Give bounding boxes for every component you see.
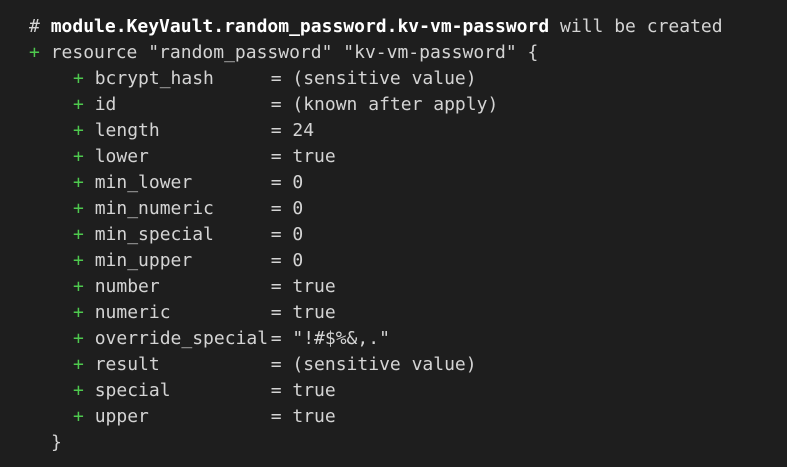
terraform-plan-output: # module.KeyVault.random_password.kv-vm-… xyxy=(0,0,787,467)
add-marker: + xyxy=(29,42,40,63)
attribute-value: 24 xyxy=(292,120,315,141)
attribute-name: lower xyxy=(94,146,149,167)
add-marker: + xyxy=(73,146,84,167)
attribute-row: + special = true xyxy=(29,378,787,404)
attribute-name: result xyxy=(94,354,160,375)
resource-address: module.KeyVault.random_password.kv-vm-pa… xyxy=(50,16,550,37)
attribute-value: true xyxy=(292,302,336,323)
attribute-value: 0 xyxy=(292,224,304,245)
attribute-row: + lower = true xyxy=(29,144,787,170)
attribute-value: 0 xyxy=(292,250,304,271)
attribute-name: upper xyxy=(94,406,149,427)
equals-sign: = xyxy=(270,380,282,401)
add-marker: + xyxy=(73,68,84,89)
add-marker: + xyxy=(73,354,84,375)
attribute-value: true xyxy=(292,380,336,401)
attribute-value: true xyxy=(292,276,336,297)
plan-header-line: # module.KeyVault.random_password.kv-vm-… xyxy=(29,14,787,40)
add-marker: + xyxy=(73,250,84,271)
add-marker: + xyxy=(73,120,84,141)
attribute-row: + id = (known after apply) xyxy=(29,92,787,118)
equals-sign: = xyxy=(270,120,282,141)
equals-sign: = xyxy=(270,276,282,297)
add-marker: + xyxy=(73,198,84,219)
attribute-name: min_lower xyxy=(94,172,193,193)
add-marker: + xyxy=(73,406,84,427)
attribute-value: 0 xyxy=(292,198,304,219)
attribute-row: + result = (sensitive value) xyxy=(29,352,787,378)
add-marker: + xyxy=(73,302,84,323)
attribute-value: 0 xyxy=(292,172,304,193)
attribute-row: + upper = true xyxy=(29,404,787,430)
attribute-name: number xyxy=(94,276,160,297)
equals-sign: = xyxy=(270,250,282,271)
attribute-value: (known after apply) xyxy=(292,94,499,115)
closing-brace: } xyxy=(51,432,62,453)
attribute-name: min_numeric xyxy=(94,198,214,219)
attribute-name: override_special xyxy=(94,328,269,349)
attribute-value: "!#$%&,." xyxy=(292,328,390,349)
attribute-row: + number = true xyxy=(29,274,787,300)
equals-sign: = xyxy=(270,406,282,427)
attribute-row: + min_lower = 0 xyxy=(29,170,787,196)
attribute-row: + length = 24 xyxy=(29,118,787,144)
attribute-name: length xyxy=(94,120,160,141)
attribute-value: true xyxy=(292,406,336,427)
attribute-row: + min_upper = 0 xyxy=(29,248,787,274)
equals-sign: = xyxy=(270,302,282,323)
attribute-name: numeric xyxy=(94,302,171,323)
attribute-row: + min_special = 0 xyxy=(29,222,787,248)
resource-declaration: resource "random_password" "kv-vm-passwo… xyxy=(50,42,539,63)
equals-sign: = xyxy=(270,172,282,193)
equals-sign: = xyxy=(270,224,282,245)
attribute-row: + override_special = "!#$%&,." xyxy=(29,326,787,352)
attribute-row: + bcrypt_hash = (sensitive value) xyxy=(29,66,787,92)
equals-sign: = xyxy=(270,198,282,219)
add-marker: + xyxy=(73,224,84,245)
add-marker: + xyxy=(73,172,84,193)
attribute-name: special xyxy=(94,380,171,401)
attribute-name: min_upper xyxy=(94,250,193,271)
attribute-name: bcrypt_hash xyxy=(94,68,214,89)
attribute-row: + min_numeric = 0 xyxy=(29,196,787,222)
resource-declaration-line: + resource "random_password" "kv-vm-pass… xyxy=(29,40,787,66)
add-marker: + xyxy=(73,380,84,401)
add-marker: + xyxy=(73,328,84,349)
attribute-name: min_special xyxy=(94,224,214,245)
comment-hash: # xyxy=(29,16,40,37)
attribute-name: id xyxy=(94,94,117,115)
equals-sign: = xyxy=(270,94,282,115)
attribute-value: true xyxy=(292,146,336,167)
attribute-list: + bcrypt_hash = (sensitive value) + id = (k… xyxy=(29,66,787,430)
closing-brace-line: } xyxy=(29,430,787,456)
add-marker: + xyxy=(73,94,84,115)
attribute-value: (sensitive value) xyxy=(292,354,477,375)
equals-sign: = xyxy=(270,146,282,167)
equals-sign: = xyxy=(270,68,282,89)
attribute-row: + numeric = true xyxy=(29,300,787,326)
attribute-value: (sensitive value) xyxy=(292,68,477,89)
add-marker: + xyxy=(73,276,84,297)
plan-action: will be created xyxy=(560,16,723,37)
equals-sign: = xyxy=(270,354,282,375)
equals-sign: = xyxy=(270,328,282,349)
